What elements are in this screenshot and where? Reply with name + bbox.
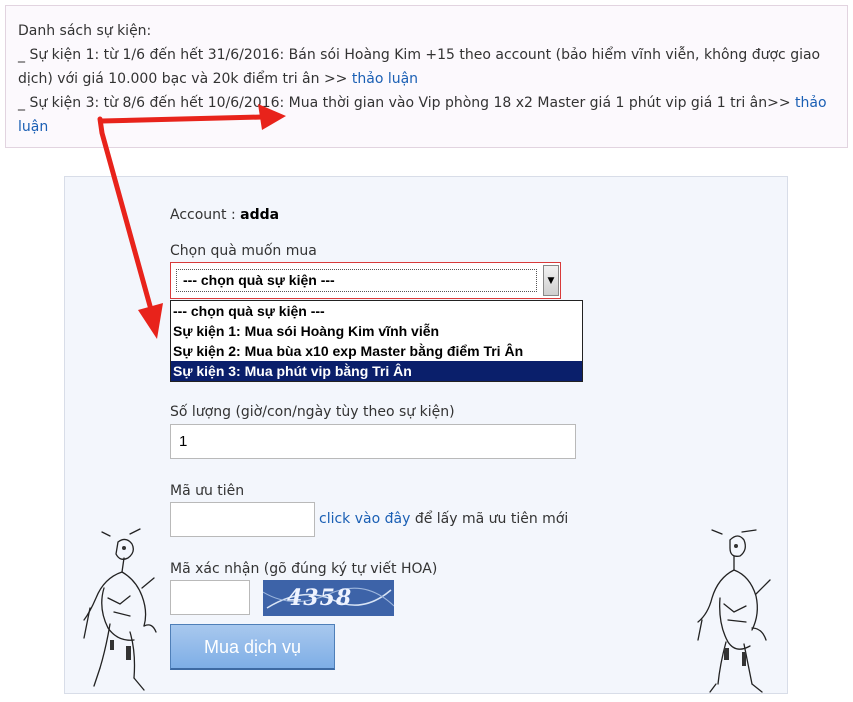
annotation-arrow-icon: [97, 104, 286, 339]
